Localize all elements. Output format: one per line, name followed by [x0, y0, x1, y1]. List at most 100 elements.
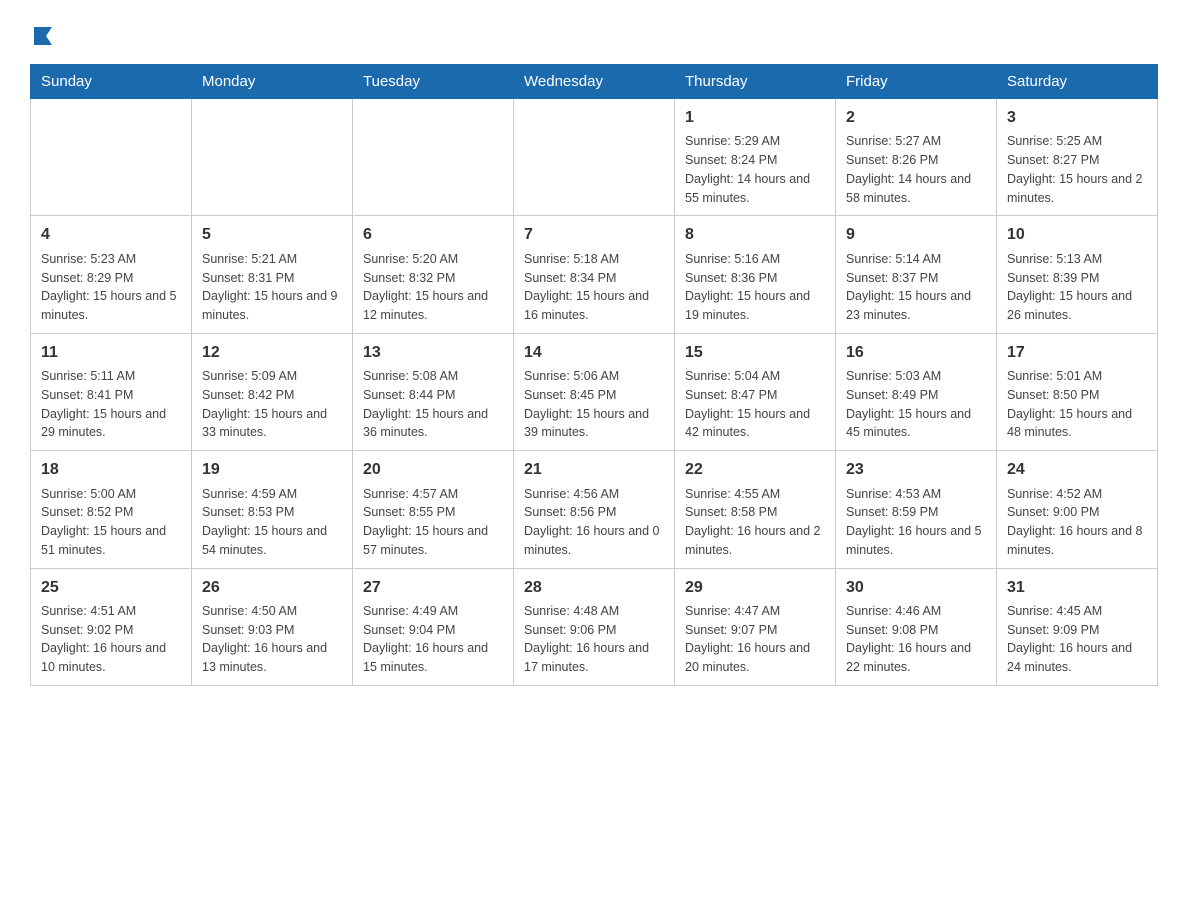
calendar-cell: 18 Sunrise: 5:00 AM Sunset: 8:52 PM Dayli… — [31, 451, 192, 568]
day-info: Sunrise: 4:45 AM Sunset: 9:09 PM Dayligh… — [1007, 602, 1147, 677]
calendar-cell: 11 Sunrise: 5:11 AM Sunset: 8:41 PM Dayli… — [31, 333, 192, 450]
calendar-header-row: SundayMondayTuesdayWednesdayThursdayFrid… — [31, 65, 1158, 99]
day-info: Sunrise: 4:55 AM Sunset: 8:58 PM Dayligh… — [685, 485, 825, 560]
day-info: Sunrise: 5:00 AM Sunset: 8:52 PM Dayligh… — [41, 485, 181, 560]
day-info: Sunrise: 4:47 AM Sunset: 9:07 PM Dayligh… — [685, 602, 825, 677]
weekday-header-monday: Monday — [192, 65, 353, 99]
day-number: 28 — [524, 577, 664, 599]
calendar-week-row: 11 Sunrise: 5:11 AM Sunset: 8:41 PM Dayli… — [31, 333, 1158, 450]
day-number: 21 — [524, 459, 664, 481]
weekday-header-saturday: Saturday — [997, 65, 1158, 99]
day-number: 20 — [363, 459, 503, 481]
calendar-cell: 14 Sunrise: 5:06 AM Sunset: 8:45 PM Dayli… — [514, 333, 675, 450]
calendar-cell: 3Sunrise: 5:25 AM Sunset: 8:27 PM Daylig… — [997, 99, 1158, 216]
day-number: 10 — [1007, 224, 1147, 246]
day-info: Sunrise: 4:56 AM Sunset: 8:56 PM Dayligh… — [524, 485, 664, 560]
weekday-header-sunday: Sunday — [31, 65, 192, 99]
day-number: 19 — [202, 459, 342, 481]
day-info: Sunrise: 5:01 AM Sunset: 8:50 PM Dayligh… — [1007, 367, 1147, 442]
calendar-cell: 4 Sunrise: 5:23 AM Sunset: 8:29 PM Daylig… — [31, 216, 192, 333]
calendar-cell: 24 Sunrise: 4:52 AM Sunset: 9:00 PM Dayli… — [997, 451, 1158, 568]
calendar-cell: 10 Sunrise: 5:13 AM Sunset: 8:39 PM Dayli… — [997, 216, 1158, 333]
day-info: Sunrise: 5:11 AM Sunset: 8:41 PM Dayligh… — [41, 367, 181, 442]
calendar-cell: 20 Sunrise: 4:57 AM Sunset: 8:55 PM Dayli… — [353, 451, 514, 568]
calendar-week-row: 18 Sunrise: 5:00 AM Sunset: 8:52 PM Dayli… — [31, 451, 1158, 568]
page-header — [30, 20, 1158, 54]
calendar-cell: 5 Sunrise: 5:21 AM Sunset: 8:31 PM Daylig… — [192, 216, 353, 333]
calendar-cell: 12 Sunrise: 5:09 AM Sunset: 8:42 PM Dayli… — [192, 333, 353, 450]
calendar-cell — [514, 99, 675, 216]
day-info: Sunrise: 5:18 AM Sunset: 8:34 PM Dayligh… — [524, 250, 664, 325]
weekday-header-wednesday: Wednesday — [514, 65, 675, 99]
day-number: 22 — [685, 459, 825, 481]
day-info: Sunrise: 4:57 AM Sunset: 8:55 PM Dayligh… — [363, 485, 503, 560]
calendar-cell: 17 Sunrise: 5:01 AM Sunset: 8:50 PM Dayli… — [997, 333, 1158, 450]
calendar-cell: 21 Sunrise: 4:56 AM Sunset: 8:56 PM Dayli… — [514, 451, 675, 568]
day-info: Sunrise: 5:08 AM Sunset: 8:44 PM Dayligh… — [363, 367, 503, 442]
calendar-cell: 7 Sunrise: 5:18 AM Sunset: 8:34 PM Daylig… — [514, 216, 675, 333]
day-info: Sunrise: 4:48 AM Sunset: 9:06 PM Dayligh… — [524, 602, 664, 677]
calendar-cell: 19Sunrise: 4:59 AM Sunset: 8:53 PM Dayli… — [192, 451, 353, 568]
calendar-cell: 1 Sunrise: 5:29 AM Sunset: 8:24 PM Daylig… — [675, 99, 836, 216]
day-number: 12 — [202, 342, 342, 364]
day-number: 14 — [524, 342, 664, 364]
day-number: 18 — [41, 459, 181, 481]
calendar-cell: 8 Sunrise: 5:16 AM Sunset: 8:36 PM Daylig… — [675, 216, 836, 333]
day-number: 5 — [202, 224, 342, 246]
day-info: Sunrise: 5:29 AM Sunset: 8:24 PM Dayligh… — [685, 132, 825, 207]
day-info: Sunrise: 4:46 AM Sunset: 9:08 PM Dayligh… — [846, 602, 986, 677]
weekday-header-thursday: Thursday — [675, 65, 836, 99]
calendar-cell: 30 Sunrise: 4:46 AM Sunset: 9:08 PM Dayli… — [836, 568, 997, 685]
day-info: Sunrise: 5:20 AM Sunset: 8:32 PM Dayligh… — [363, 250, 503, 325]
calendar-cell: 6 Sunrise: 5:20 AM Sunset: 8:32 PM Daylig… — [353, 216, 514, 333]
day-info: Sunrise: 5:09 AM Sunset: 8:42 PM Dayligh… — [202, 367, 342, 442]
day-number: 15 — [685, 342, 825, 364]
day-info: Sunrise: 5:27 AM Sunset: 8:26 PM Dayligh… — [846, 132, 986, 207]
day-number: 1 — [685, 107, 825, 129]
day-number: 16 — [846, 342, 986, 364]
day-number: 6 — [363, 224, 503, 246]
calendar-cell — [31, 99, 192, 216]
day-number: 7 — [524, 224, 664, 246]
day-number: 9 — [846, 224, 986, 246]
day-info: Sunrise: 5:04 AM Sunset: 8:47 PM Dayligh… — [685, 367, 825, 442]
day-number: 11 — [41, 342, 181, 364]
day-number: 31 — [1007, 577, 1147, 599]
day-info: Sunrise: 4:51 AM Sunset: 9:02 PM Dayligh… — [41, 602, 181, 677]
day-info: Sunrise: 5:14 AM Sunset: 8:37 PM Dayligh… — [846, 250, 986, 325]
day-info: Sunrise: 5:16 AM Sunset: 8:36 PM Dayligh… — [685, 250, 825, 325]
calendar-week-row: 1 Sunrise: 5:29 AM Sunset: 8:24 PM Daylig… — [31, 99, 1158, 216]
day-number: 17 — [1007, 342, 1147, 364]
day-info: Sunrise: 5:13 AM Sunset: 8:39 PM Dayligh… — [1007, 250, 1147, 325]
day-info: Sunrise: 4:53 AM Sunset: 8:59 PM Dayligh… — [846, 485, 986, 560]
calendar-cell: 13 Sunrise: 5:08 AM Sunset: 8:44 PM Dayli… — [353, 333, 514, 450]
calendar-week-row: 4 Sunrise: 5:23 AM Sunset: 8:29 PM Daylig… — [31, 216, 1158, 333]
day-info: Sunrise: 4:52 AM Sunset: 9:00 PM Dayligh… — [1007, 485, 1147, 560]
day-info: Sunrise: 5:03 AM Sunset: 8:49 PM Dayligh… — [846, 367, 986, 442]
calendar-cell: 29Sunrise: 4:47 AM Sunset: 9:07 PM Dayli… — [675, 568, 836, 685]
day-number: 27 — [363, 577, 503, 599]
day-number: 13 — [363, 342, 503, 364]
logo-flag-icon — [32, 25, 54, 47]
calendar-cell: 2Sunrise: 5:27 AM Sunset: 8:26 PM Daylig… — [836, 99, 997, 216]
calendar-cell: 25 Sunrise: 4:51 AM Sunset: 9:02 PM Dayli… — [31, 568, 192, 685]
calendar-cell: 26 Sunrise: 4:50 AM Sunset: 9:03 PM Dayli… — [192, 568, 353, 685]
day-info: Sunrise: 4:50 AM Sunset: 9:03 PM Dayligh… — [202, 602, 342, 677]
weekday-header-tuesday: Tuesday — [353, 65, 514, 99]
day-number: 23 — [846, 459, 986, 481]
day-number: 8 — [685, 224, 825, 246]
calendar-table: SundayMondayTuesdayWednesdayThursdayFrid… — [30, 64, 1158, 686]
calendar-cell — [192, 99, 353, 216]
calendar-cell: 27Sunrise: 4:49 AM Sunset: 9:04 PM Dayli… — [353, 568, 514, 685]
day-number: 3 — [1007, 107, 1147, 129]
day-info: Sunrise: 5:21 AM Sunset: 8:31 PM Dayligh… — [202, 250, 342, 325]
day-info: Sunrise: 5:23 AM Sunset: 8:29 PM Dayligh… — [41, 250, 181, 325]
day-number: 4 — [41, 224, 181, 246]
calendar-cell: 31 Sunrise: 4:45 AM Sunset: 9:09 PM Dayli… — [997, 568, 1158, 685]
day-info: Sunrise: 5:06 AM Sunset: 8:45 PM Dayligh… — [524, 367, 664, 442]
day-number: 24 — [1007, 459, 1147, 481]
day-number: 26 — [202, 577, 342, 599]
calendar-cell: 15 Sunrise: 5:04 AM Sunset: 8:47 PM Dayli… — [675, 333, 836, 450]
day-number: 25 — [41, 577, 181, 599]
day-number: 30 — [846, 577, 986, 599]
